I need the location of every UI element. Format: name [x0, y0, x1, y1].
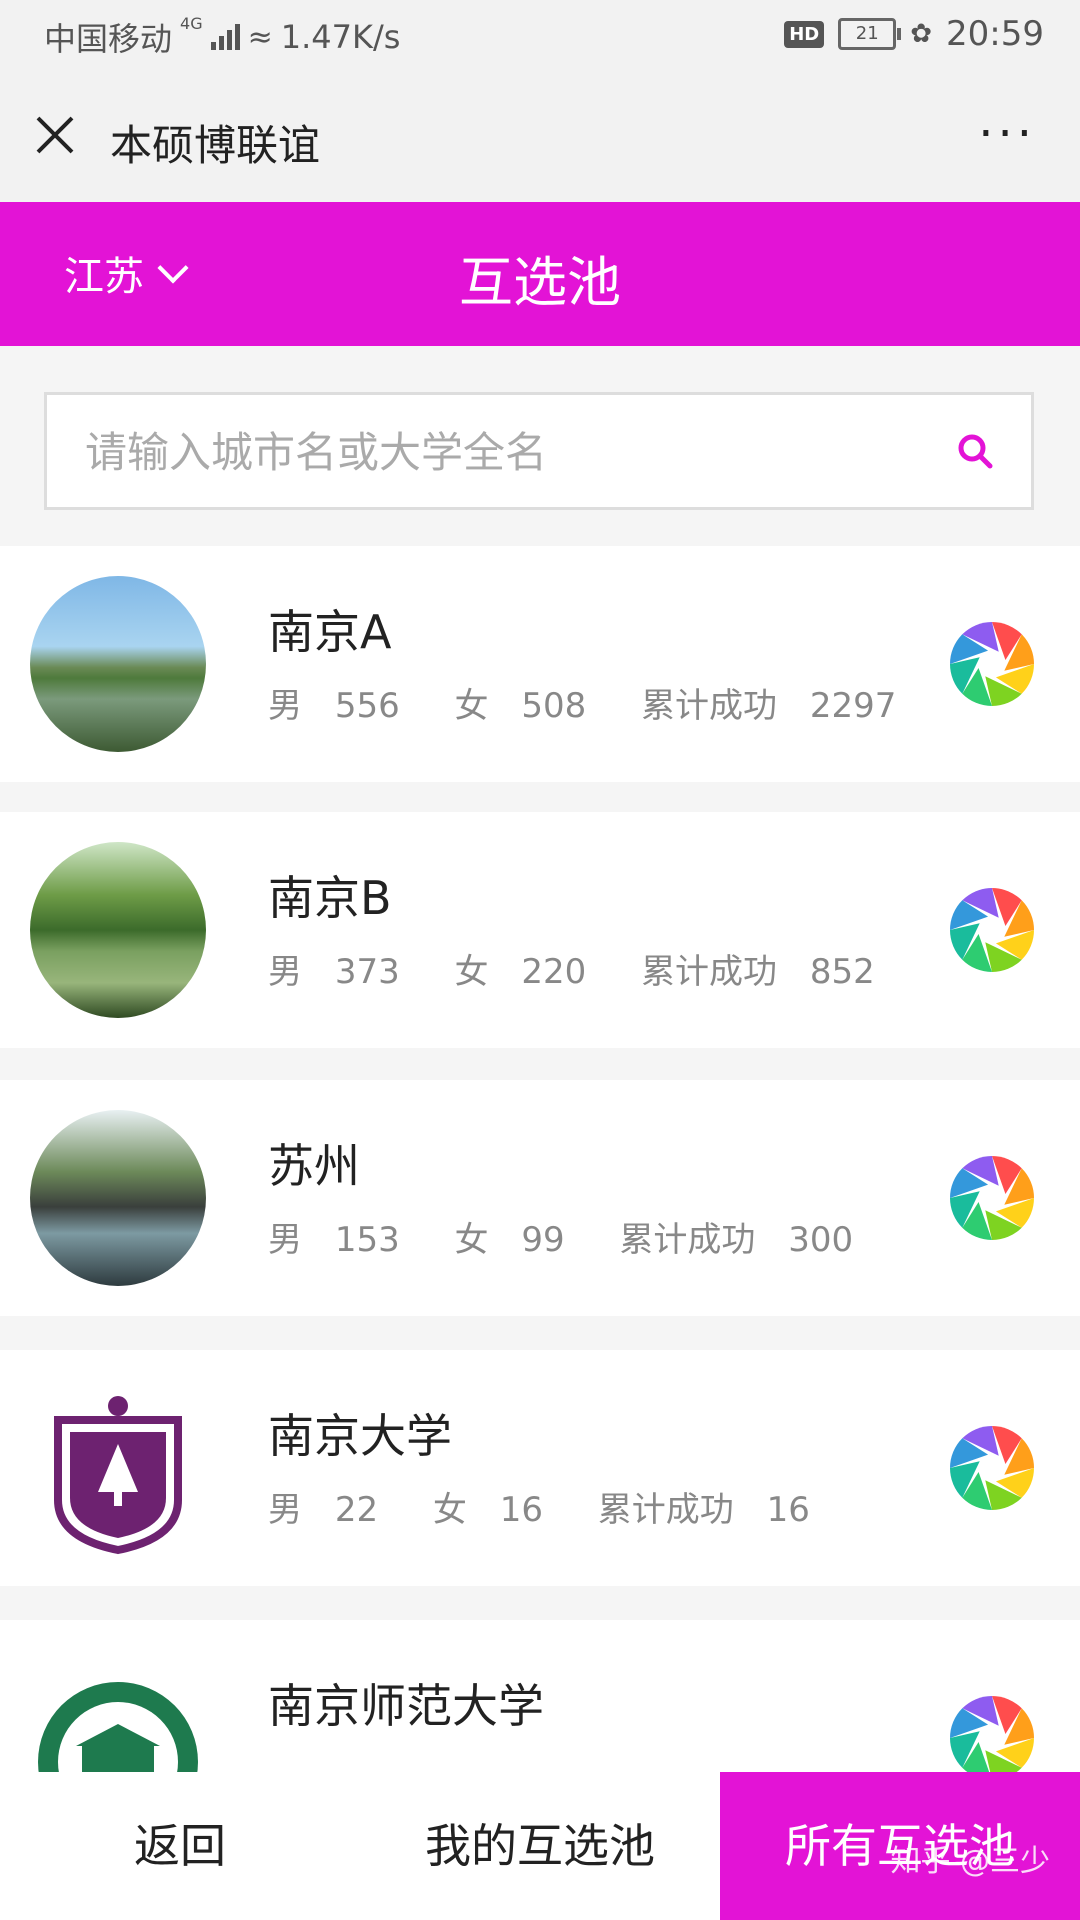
app-title: 本硕博联谊 [110, 121, 321, 170]
page-header: 江苏 互选池 [0, 202, 1080, 346]
female-count: 99 [521, 1220, 565, 1260]
status-right: HD 21 ✿ 20:59 [784, 14, 1044, 54]
wifi-icon: ≈ [247, 19, 273, 55]
pool-avatar [30, 576, 206, 752]
leaf-icon: ✿ [910, 19, 933, 49]
aperture-icon[interactable] [948, 620, 1036, 708]
pool-stats: 男 556 女 508 累计成功 2297 [268, 678, 940, 727]
clock: 20:59 [946, 14, 1044, 54]
aperture-icon[interactable] [948, 1424, 1036, 1512]
title-bar: 本硕博联谊 ··· [0, 76, 1080, 202]
pool-card[interactable]: 南京B 男 373 女 220 累计成功 852 [0, 812, 1080, 1048]
aperture-icon[interactable] [948, 1154, 1036, 1242]
network-speed: 1.47K/s [280, 18, 401, 56]
female-count: 508 [521, 686, 587, 726]
female-label: 女 [432, 1490, 467, 1530]
search-area [0, 346, 1080, 546]
hd-badge: HD [784, 20, 825, 48]
success-count: 16 [766, 1490, 810, 1530]
more-icon[interactable]: ··· [978, 110, 1036, 158]
pool-card[interactable]: 南京大学 男 22 女 16 累计成功 16 [0, 1350, 1080, 1586]
aperture-icon[interactable] [948, 886, 1036, 974]
network-type: 4G [180, 14, 203, 33]
pool-card[interactable]: 南京A 男 556 女 508 累计成功 2297 [0, 546, 1080, 782]
female-label: 女 [454, 952, 489, 992]
success-count: 2297 [809, 686, 897, 726]
search-input[interactable] [83, 395, 947, 509]
page-title: 互选池 [459, 251, 621, 314]
success-label: 累计成功 [641, 686, 778, 726]
pool-name: 南京B [268, 871, 392, 925]
male-label: 男 [268, 1220, 302, 1260]
female-count: 16 [499, 1490, 543, 1530]
success-label: 累计成功 [641, 952, 778, 992]
aperture-center [980, 918, 1004, 942]
success-label: 累计成功 [597, 1490, 734, 1530]
male-label: 男 [268, 686, 302, 726]
carrier-label: 中国移动 [44, 20, 173, 58]
aperture-center [980, 1726, 1004, 1750]
pool-name: 南京A [268, 605, 392, 659]
pool-card[interactable]: 南京师范大学 [0, 1620, 1080, 1780]
my-pools-button[interactable]: 我的互选池 [360, 1772, 720, 1920]
success-count: 300 [788, 1220, 854, 1260]
watermark: 知乎 @三少 [890, 1844, 1050, 1879]
male-count: 556 [334, 686, 400, 726]
status-left: 中国移动 4G ≈ 1.47K/s [44, 14, 400, 60]
male-count: 22 [334, 1490, 379, 1530]
signal-icon [210, 24, 240, 50]
university-logo [30, 1380, 206, 1556]
female-count: 220 [521, 952, 587, 992]
aperture-icon[interactable] [948, 1694, 1036, 1782]
male-label: 男 [268, 952, 302, 992]
search-icon[interactable] [955, 431, 995, 471]
search-box [44, 392, 1034, 510]
male-label: 男 [268, 1490, 302, 1530]
pool-avatar [30, 1110, 206, 1286]
university-logo [30, 1674, 206, 1780]
pool-stats: 男 22 女 16 累计成功 16 [268, 1482, 854, 1531]
success-label: 累计成功 [619, 1220, 756, 1260]
success-count: 852 [809, 952, 875, 992]
pool-stats: 男 153 女 99 累计成功 300 [268, 1212, 897, 1261]
female-label: 女 [454, 1220, 489, 1260]
pool-name: 南京大学 [268, 1409, 452, 1463]
battery-icon: 21 [838, 18, 902, 50]
aperture-center [980, 652, 1004, 676]
male-count: 153 [334, 1220, 400, 1260]
pool-name: 苏州 [268, 1139, 360, 1193]
pool-name: 南京师范大学 [268, 1679, 544, 1733]
pool-stats: 男 373 女 220 累计成功 852 [268, 944, 919, 993]
close-icon[interactable] [30, 110, 80, 160]
male-count: 373 [334, 952, 400, 992]
aperture-center [980, 1186, 1004, 1210]
status-bar: 中国移动 4G ≈ 1.47K/s HD 21 ✿ 20:59 [0, 0, 1080, 76]
pool-avatar [30, 842, 206, 1018]
back-button[interactable]: 返回 [0, 1772, 360, 1920]
female-label: 女 [454, 686, 489, 726]
aperture-center [980, 1456, 1004, 1480]
pool-card[interactable]: 苏州 男 153 女 99 累计成功 300 [0, 1080, 1080, 1316]
